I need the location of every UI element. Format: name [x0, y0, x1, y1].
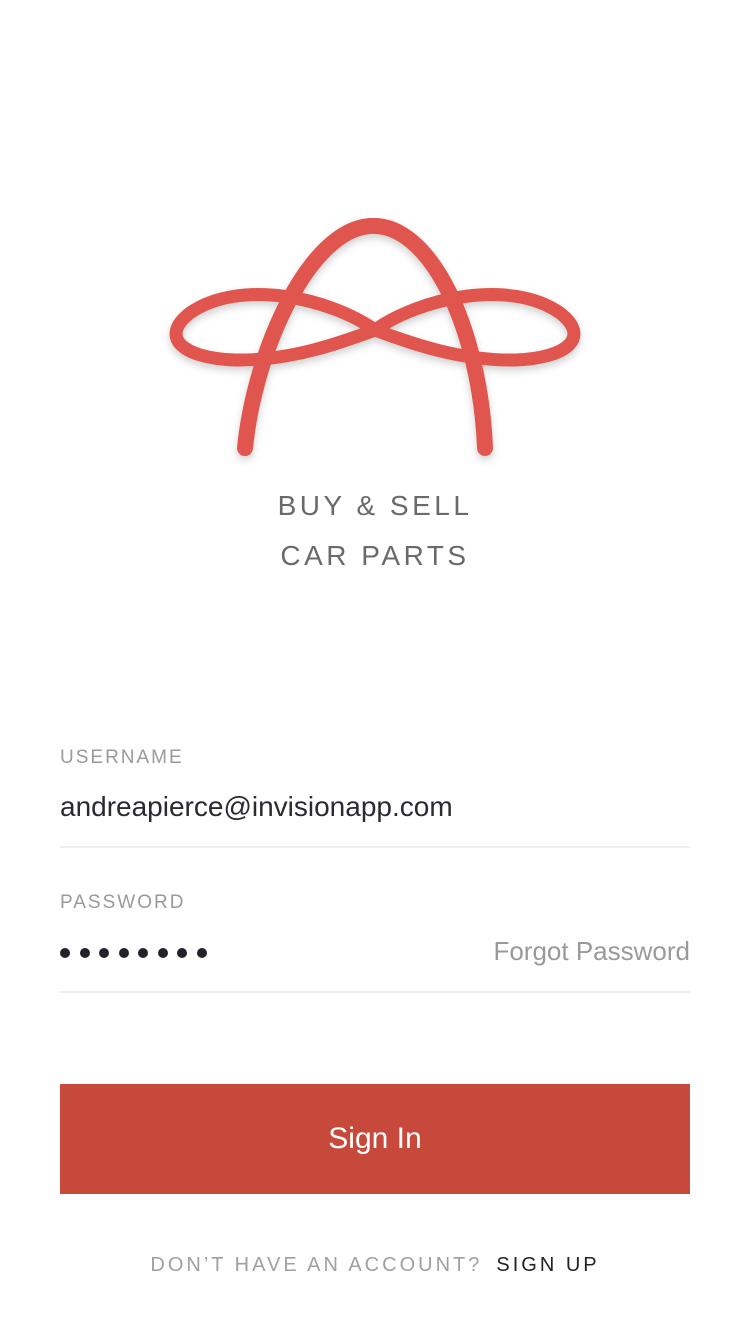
password-dot [99, 948, 109, 958]
password-dot [138, 948, 148, 958]
tagline-line-2: CAR PARTS [280, 540, 470, 571]
sign-up-link[interactable]: SIGN UP [496, 1254, 599, 1276]
password-field[interactable] [60, 948, 207, 960]
password-divider [60, 991, 690, 993]
password-dot [79, 948, 90, 958]
sign-in-button[interactable]: Sign In [60, 1084, 690, 1194]
password-dot [196, 948, 207, 958]
signup-question: DON’T HAVE AN ACCOUNT? [150, 1254, 483, 1276]
password-dot [60, 948, 70, 958]
username-label: USERNAME [60, 747, 184, 768]
password-dot [177, 948, 187, 958]
password-dot [157, 948, 168, 958]
logo-icon [169, 218, 581, 456]
forgot-password-link[interactable]: Forgot Password [493, 936, 690, 967]
password-dot [118, 948, 129, 958]
password-label: PASSWORD [60, 892, 186, 913]
username-divider [60, 846, 690, 848]
tagline-line-1: BUY & SELL [277, 490, 473, 521]
brand-logo [0, 200, 750, 470]
username-field[interactable]: andreapierce@invisionapp.com [60, 791, 453, 823]
signup-prompt: DON’T HAVE AN ACCOUNT? SIGN UP [0, 1254, 750, 1277]
